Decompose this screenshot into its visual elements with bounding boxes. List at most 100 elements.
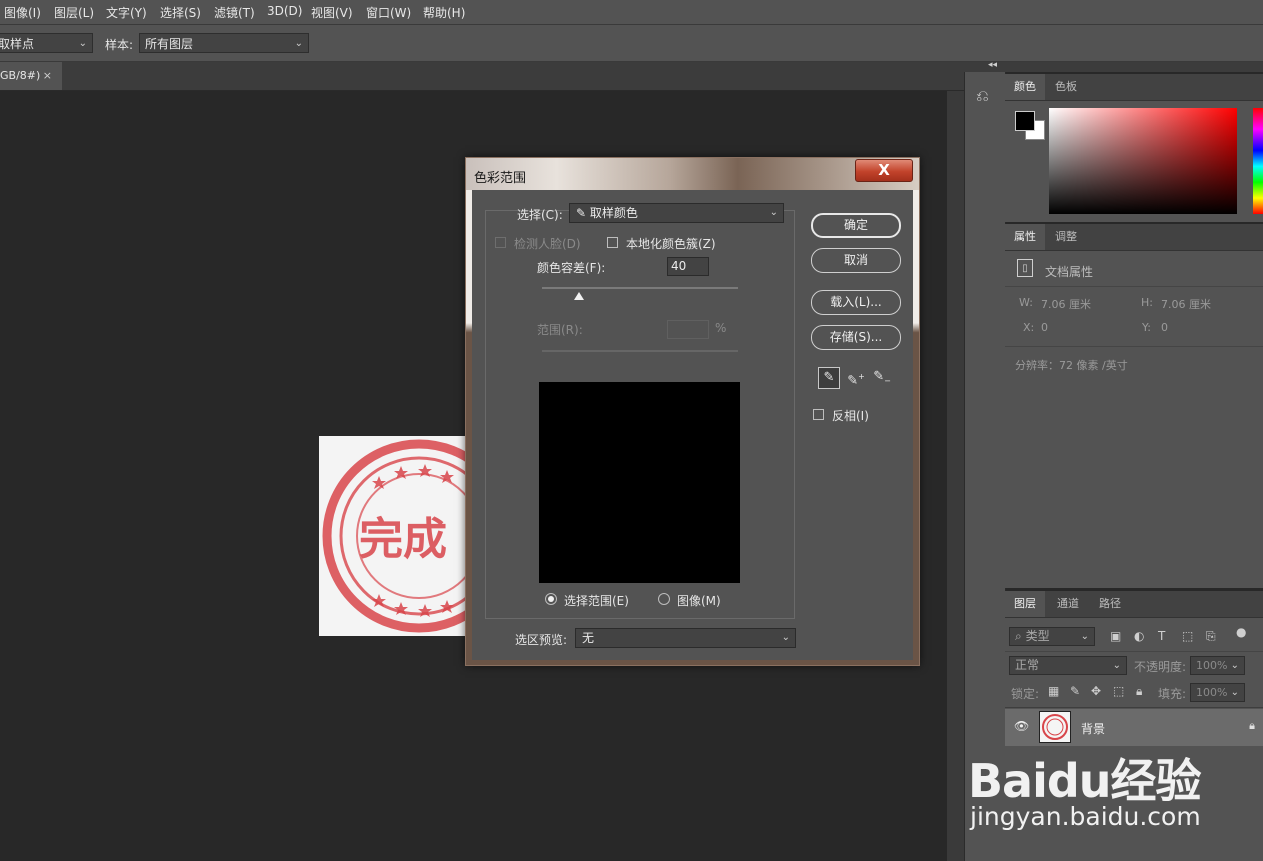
resolution-text: 分辨率：72 像素 /英寸 xyxy=(1015,359,1128,372)
localized-clusters-label: 本地化颜色簇(Z) xyxy=(626,237,716,251)
document-icon: ▯ xyxy=(1017,259,1033,277)
y-label: Y: xyxy=(1142,321,1151,334)
tab-properties[interactable]: 属性 xyxy=(1005,224,1045,250)
hue-slider[interactable] xyxy=(1253,108,1263,214)
filter-pixel-icon[interactable]: ▣ xyxy=(1110,629,1121,643)
document-tab-label: GB/8#) xyxy=(0,69,41,82)
stamp-thumbnail-graphic xyxy=(1042,714,1068,740)
dialog-frame-right xyxy=(913,190,919,665)
ok-button[interactable]: 确定 xyxy=(811,213,901,238)
stamp-graphic: 完成 xyxy=(322,439,467,633)
properties-panel: 属性 调整 ▯ 文档属性 W: 7.06 厘米 H: 7.06 厘米 X: 0 … xyxy=(1005,224,1263,588)
history-icon[interactable]: ⎌ xyxy=(976,86,989,106)
blend-mode-select[interactable]: 正常 ⌄ xyxy=(1009,656,1127,675)
panel-collapse-bar[interactable]: ◂◂ xyxy=(964,60,1263,72)
lock-transparent-icon[interactable]: ▦ xyxy=(1048,684,1059,698)
opacity-value: 100% xyxy=(1196,659,1228,672)
close-button[interactable]: X xyxy=(855,159,913,182)
cancel-button[interactable]: 取消 xyxy=(811,248,901,273)
layer-filter-value: 类型 xyxy=(1025,629,1050,643)
document-tab-bar: GB/8#) × xyxy=(0,62,964,91)
menu-filter[interactable]: 滤镜(T) xyxy=(214,4,255,21)
y-value: 0 xyxy=(1161,321,1168,334)
x-value: 0 xyxy=(1041,321,1048,334)
selection-preview-dropdown[interactable]: 无 ⌄ xyxy=(575,628,796,648)
eyedropper-icon[interactable]: ✎ xyxy=(818,367,840,389)
localized-clusters-checkbox[interactable] xyxy=(607,237,618,248)
blend-mode-value: 正常 xyxy=(1015,658,1040,672)
lock-brush-icon[interactable]: ✎ xyxy=(1070,684,1080,698)
lock-move-icon[interactable]: ✥ xyxy=(1091,684,1101,698)
tab-adjustments[interactable]: 调整 xyxy=(1046,224,1086,250)
fuzziness-slider-track[interactable] xyxy=(542,287,738,289)
color-panel-tabs: 颜色 色板 xyxy=(1005,74,1263,101)
select-dropdown[interactable]: ✎ 取样颜色 ⌄ xyxy=(569,203,784,223)
divider xyxy=(1005,707,1263,708)
properties-panel-tabs: 属性 调整 xyxy=(1005,224,1263,251)
doc-props-label: 文档属性 xyxy=(1045,265,1094,279)
layers-panel-tabs: 图层 通道 路径 xyxy=(1005,591,1263,618)
save-button[interactable]: 存储(S)... xyxy=(811,325,901,350)
chevron-down-icon: ⌄ xyxy=(1230,687,1239,698)
select-label: 选择(C): xyxy=(517,208,563,222)
selection-radio-label: 选择范围(E) xyxy=(564,594,629,608)
collapse-arrows-icon[interactable]: ◂◂ xyxy=(988,60,997,70)
menu-window[interactable]: 窗口(W) xyxy=(366,4,411,21)
menu-help[interactable]: 帮助(H) xyxy=(423,4,465,21)
layer-row[interactable]: 👁︎ 背景 🔒︎ xyxy=(1005,709,1263,746)
close-icon[interactable]: × xyxy=(43,62,52,90)
filter-type-icon[interactable]: T xyxy=(1158,629,1165,643)
range-slider-track[interactable] xyxy=(542,350,738,352)
stamp-image: 完成 xyxy=(319,436,467,636)
color-field[interactable] xyxy=(1049,108,1237,214)
detect-faces-label: 检测人脸(D) xyxy=(514,237,581,251)
menu-type[interactable]: 文字(Y) xyxy=(106,4,147,21)
tab-paths[interactable]: 路径 xyxy=(1090,591,1130,617)
fill-input[interactable]: 100% ⌄ xyxy=(1190,683,1245,702)
invert-checkbox[interactable] xyxy=(813,409,824,420)
lock-artboard-icon[interactable]: ⬚ xyxy=(1113,684,1124,698)
fill-value: 100% xyxy=(1196,686,1228,699)
menu-image[interactable]: 图像(I) xyxy=(4,4,41,21)
filter-smart-object-icon[interactable]: ⎘ xyxy=(1206,629,1216,644)
eyedropper-minus-icon[interactable]: ✎− xyxy=(871,367,893,389)
watermark: Baidu经验 jingyan.baidu.com xyxy=(968,745,1258,835)
tab-color[interactable]: 颜色 xyxy=(1005,74,1045,100)
tab-channels[interactable]: 通道 xyxy=(1048,591,1088,617)
eye-icon[interactable]: 👁︎ xyxy=(1014,719,1029,733)
layer-name: 背景 xyxy=(1081,722,1106,736)
eyedropper-plus-icon[interactable]: ✎+ xyxy=(845,367,867,389)
selection-preview-value: 无 xyxy=(582,631,595,645)
filter-shape-icon[interactable]: ⬚ xyxy=(1182,629,1193,643)
dialog-title-bar[interactable]: 色彩范围 X xyxy=(466,158,919,190)
selection-radio[interactable] xyxy=(545,593,557,605)
document-tab[interactable]: GB/8#) × xyxy=(0,62,62,90)
foreground-color-swatch[interactable] xyxy=(1015,111,1035,131)
filter-adjustment-icon[interactable]: ◐ xyxy=(1134,629,1144,643)
tab-layers[interactable]: 图层 xyxy=(1005,591,1045,617)
image-radio[interactable] xyxy=(658,593,670,605)
lock-all-icon[interactable]: 🔒︎ xyxy=(1136,684,1142,699)
menu-view[interactable]: 视图(V) xyxy=(311,4,353,21)
detect-faces-checkbox[interactable] xyxy=(495,237,506,248)
selection-preview[interactable] xyxy=(539,382,740,583)
sample-size-select[interactable]: 取样点 ⌄ xyxy=(0,33,93,53)
layer-filter-select[interactable]: ⌕ 类型 ⌄ xyxy=(1009,627,1095,646)
load-button[interactable]: 载入(L)... xyxy=(811,290,901,315)
fuzziness-label: 颜色容差(F): xyxy=(537,261,606,275)
panel-tool-strip: ⎌ xyxy=(964,72,1006,861)
sample-layers-select[interactable]: 所有图层 ⌄ xyxy=(139,33,309,53)
menu-3d[interactable]: 3D(D) xyxy=(267,4,302,18)
canvas-scrollbar[interactable] xyxy=(947,91,964,861)
chevron-down-icon: ⌄ xyxy=(1230,660,1239,671)
options-bar: 取样点 ⌄ 样本: 所有图层 ⌄ xyxy=(0,25,1263,62)
tab-swatches[interactable]: 色板 xyxy=(1046,74,1086,100)
menu-layer[interactable]: 图层(L) xyxy=(54,4,94,21)
fuzziness-slider-thumb[interactable] xyxy=(574,292,585,300)
opacity-input[interactable]: 100% ⌄ xyxy=(1190,656,1245,675)
fuzziness-input[interactable]: 40 xyxy=(667,257,709,276)
menu-select[interactable]: 选择(S) xyxy=(160,4,201,21)
range-input[interactable] xyxy=(667,320,709,339)
width-label: W: xyxy=(1019,296,1033,309)
filter-toggle-icon[interactable]: ● xyxy=(1236,625,1246,639)
